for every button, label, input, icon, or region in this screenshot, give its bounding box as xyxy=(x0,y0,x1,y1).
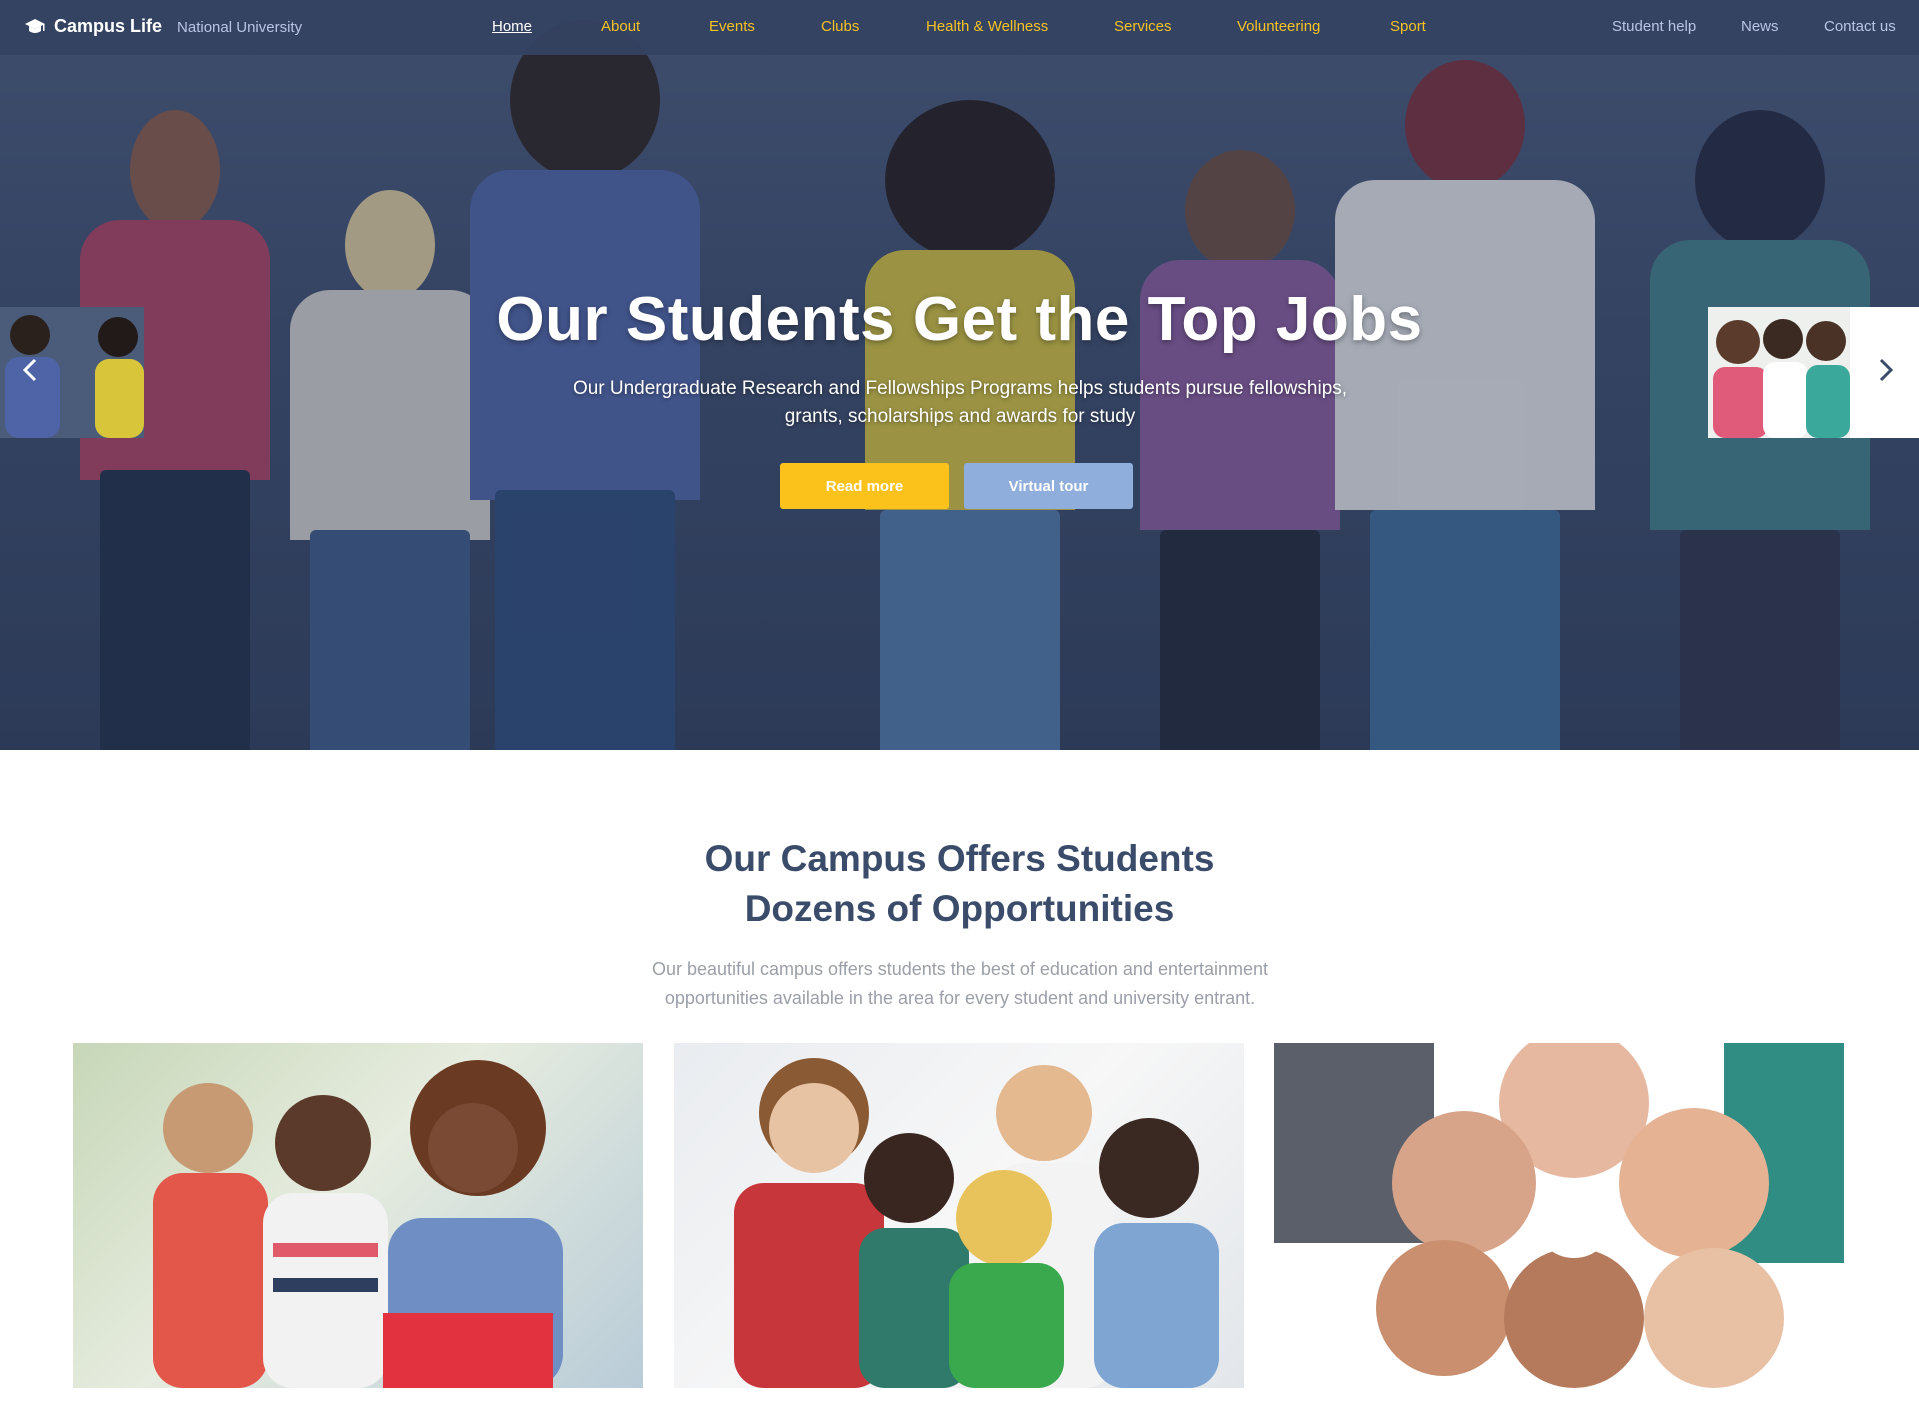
nav-health-wellness[interactable]: Health & Wellness xyxy=(926,18,1048,35)
nav-volunteering[interactable]: Volunteering xyxy=(1237,18,1320,35)
graduation-cap-icon xyxy=(25,18,45,33)
nav-student-help[interactable]: Student help xyxy=(1612,18,1696,35)
nav-about[interactable]: About xyxy=(601,18,640,35)
nav-services[interactable]: Services xyxy=(1114,18,1172,35)
nav-contact-us[interactable]: Contact us xyxy=(1824,18,1896,35)
nav-clubs[interactable]: Clubs xyxy=(821,18,859,35)
nav-events[interactable]: Events xyxy=(709,18,755,35)
nav-sport[interactable]: Sport xyxy=(1390,18,1426,35)
student-photo-card[interactable] xyxy=(674,1043,1244,1388)
nav-news[interactable]: News xyxy=(1741,18,1779,35)
hero-description: Our Undergraduate Research and Fellowshi… xyxy=(572,378,1348,427)
student-photo-card[interactable] xyxy=(1274,1043,1844,1388)
nav-home[interactable]: Home xyxy=(492,18,532,35)
section-title-line-2: Dozens of Opportunities xyxy=(744,888,1175,929)
brand-name: Campus Life xyxy=(54,16,163,36)
section-title-line-1: Our Campus Offers Students xyxy=(704,838,1215,879)
hero-title: Our Students Get the Top Jobs xyxy=(496,285,1423,354)
section-description: Our beautiful campus offers students the… xyxy=(651,959,1269,1008)
brand-subtitle: National University xyxy=(177,19,303,36)
hero-slider: Our Students Get the Top Jobs Our Underg… xyxy=(0,0,1919,750)
virtual-tour-button[interactable]: Virtual tour xyxy=(964,463,1133,509)
student-photo-card[interactable] xyxy=(73,1043,643,1388)
read-more-button[interactable]: Read more xyxy=(780,463,949,509)
brand[interactable]: Campus Life National University xyxy=(24,16,302,37)
top-navigation-bar: Campus Life National University Home Abo… xyxy=(0,0,1919,55)
chevron-left-icon[interactable] xyxy=(18,355,42,385)
chevron-right-icon[interactable] xyxy=(1874,355,1898,385)
section-title: Our Campus Offers Students Dozens of Opp… xyxy=(0,834,1919,934)
